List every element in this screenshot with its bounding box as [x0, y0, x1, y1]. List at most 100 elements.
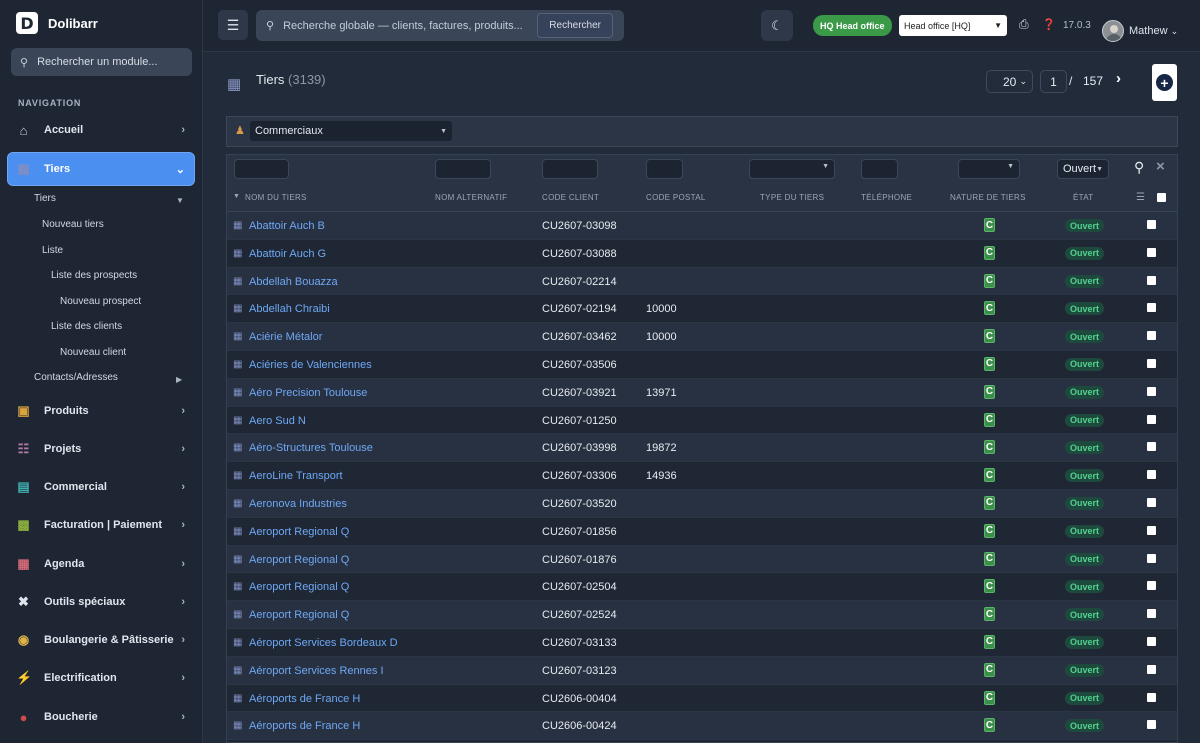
tiers-name-link[interactable]: Aéro-Structures Toulouse — [249, 442, 373, 454]
row-checkbox[interactable] — [1147, 358, 1156, 368]
sidebar-sub-liste-clients[interactable]: Liste des clients — [51, 321, 122, 332]
row-checkbox[interactable] — [1147, 525, 1156, 535]
close-icon[interactable]: × — [1156, 158, 1165, 175]
tiers-name-link[interactable]: Abattoir Auch G — [249, 248, 326, 260]
tiers-name-link[interactable]: Abattoir Auch B — [249, 220, 325, 232]
filter-zip-input[interactable] — [646, 159, 683, 179]
row-checkbox[interactable] — [1147, 664, 1156, 674]
row-checkbox[interactable] — [1147, 553, 1156, 563]
row-checkbox[interactable] — [1147, 581, 1156, 591]
sidebar-item-projets[interactable]: ☷ Projets › — [8, 433, 194, 465]
row-checkbox[interactable] — [1147, 609, 1156, 619]
sidebar-item-tiers[interactable]: ▦ Tiers ⌄ — [8, 153, 194, 185]
tiers-name-link[interactable]: Abdellah Bouazza — [249, 276, 338, 288]
row-checkbox[interactable] — [1147, 247, 1156, 257]
tiers-name-link[interactable]: Aéroports de France H — [249, 693, 360, 705]
table-row[interactable]: ▦ Aéro-Structures Toulouse CU2607-03998 198… — [227, 434, 1177, 463]
column-header-status[interactable]: ÉTAT — [1073, 193, 1093, 202]
current-page-input[interactable]: 1 — [1040, 70, 1067, 93]
chevron-down-icon[interactable]: ▼ — [176, 195, 184, 206]
module-search-input[interactable]: ⚲ Rechercher un module... — [11, 48, 192, 76]
page-limit-select[interactable]: 20 ⌄ — [986, 70, 1033, 93]
tiers-name-link[interactable]: Aciéries de Valenciennes — [249, 359, 372, 371]
column-header-nature[interactable]: NATURE DE TIERS — [950, 193, 1026, 202]
print-icon[interactable]: ⎙ — [1019, 17, 1029, 32]
sidebar-item-commercial[interactable]: ▤ Commercial › — [8, 471, 194, 503]
table-row[interactable]: ▦ AeroLine Transport CU2607-03306 14936 C Ouv… — [227, 462, 1177, 490]
table-row[interactable]: ▦ Abdellah Chraibi CU2607-02194 10000 C Ouver… — [227, 295, 1177, 324]
user-menu[interactable]: Mathew ⌄ — [1129, 25, 1178, 37]
row-checkbox[interactable] — [1147, 470, 1156, 480]
tiers-name-link[interactable]: Aeronova Industries — [249, 498, 347, 510]
column-header-type[interactable]: TYPE DU TIERS — [760, 193, 824, 202]
filter-status-select[interactable]: Ouvert ▼ — [1057, 159, 1109, 179]
tiers-name-link[interactable]: Abdellah Chraibi — [249, 303, 330, 315]
table-row[interactable]: ▦ Aeronova Industries CU2607-03520 C Ouvert — [227, 489, 1177, 518]
sidebar-sub-nouveau-client[interactable]: Nouveau client — [60, 347, 126, 358]
row-checkbox[interactable] — [1147, 386, 1156, 396]
tiers-name-link[interactable]: Aeroport Regional Q — [249, 554, 349, 566]
table-row[interactable]: ▦ Aéroports de France H CU2606-00424 C Ouver… — [227, 712, 1177, 741]
table-row[interactable]: ▦ Aeroport Regional Q CU2607-01856 C Ouvert — [227, 517, 1177, 546]
help-icon[interactable]: ❓ — [1042, 18, 1056, 31]
table-row[interactable]: ▦ Aeroport Regional Q CU2607-01876 C Ouvert — [227, 545, 1177, 574]
sidebar-sub-tiers[interactable]: Tiers — [34, 193, 56, 204]
table-row[interactable]: ▦ Aéroport Services Rennes I CU2607-03123 C… — [227, 656, 1177, 685]
column-header-alt-name[interactable]: NOM ALTERNATIF — [435, 193, 507, 202]
table-row[interactable]: ▦ Abattoir Auch G CU2607-03088 C Ouvert — [227, 239, 1177, 268]
search-icon[interactable]: ⚲ — [1134, 159, 1144, 176]
column-header-customer-code[interactable]: CODE CLIENT — [542, 193, 599, 202]
sidebar-sub-contacts[interactable]: Contacts/Adresses — [34, 372, 118, 383]
sidebar-item-boucherie[interactable]: ● Boucherie › — [8, 701, 194, 733]
tiers-name-link[interactable]: Aéroport Services Rennes I — [249, 665, 384, 677]
row-checkbox[interactable] — [1147, 442, 1156, 452]
column-header-name[interactable]: NOM DU TIERS — [245, 193, 307, 202]
entity-badge[interactable]: HQ Head office — [813, 15, 892, 36]
sidebar-item-electrification[interactable]: ⚡ Electrification › — [8, 662, 194, 694]
sidebar-item-produits[interactable]: ▣ Produits › — [8, 395, 194, 427]
sidebar-item-accueil[interactable]: ⌂ Accueil › — [8, 114, 194, 146]
row-checkbox[interactable] — [1147, 497, 1156, 507]
tiers-name-link[interactable]: Aciérie Métalor — [249, 331, 322, 343]
sidebar-item-outils[interactable]: ✖ Outils spéciaux › — [8, 586, 194, 618]
sidebar-sub-liste-prospects[interactable]: Liste des prospects — [51, 270, 137, 281]
menu-toggle-button[interactable]: ☰ — [218, 10, 248, 40]
row-checkbox[interactable] — [1147, 720, 1156, 730]
tiers-name-link[interactable]: Aéroport Services Bordeaux D — [249, 637, 398, 649]
tiers-name-link[interactable]: AeroLine Transport — [249, 470, 343, 482]
filter-alt-name-input[interactable] — [435, 159, 491, 179]
dark-mode-toggle[interactable]: ☾ — [761, 10, 793, 41]
table-row[interactable]: ▦ Aéro Precision Toulouse CU2607-03921 1397… — [227, 378, 1177, 407]
row-checkbox[interactable] — [1147, 275, 1156, 285]
tiers-name-link[interactable]: Aero Sud N — [249, 415, 306, 427]
row-checkbox[interactable] — [1147, 331, 1156, 341]
chevron-right-icon[interactable]: ▶ — [176, 374, 182, 385]
filter-name-input[interactable] — [234, 159, 289, 179]
table-row[interactable]: ▦ Aciérie Métalor CU2607-03462 10000 C Ouvert — [227, 323, 1177, 351]
tiers-name-link[interactable]: Aéroports de France H — [249, 720, 360, 732]
sidebar-item-agenda[interactable]: ▦ Agenda › — [8, 548, 194, 580]
sales-rep-select[interactable]: Commerciaux ▼ — [250, 121, 452, 141]
column-selector-icon[interactable]: ☰ — [1136, 192, 1145, 203]
next-page-button[interactable]: › — [1116, 70, 1121, 87]
sidebar-item-facturation[interactable]: ▩ Facturation | Paiement › — [8, 509, 194, 541]
row-checkbox[interactable] — [1147, 220, 1156, 229]
sidebar-item-boulangerie[interactable]: ◉ Boulangerie & Pâtisserie › — [8, 624, 194, 656]
brand[interactable]: D Dolibarr — [16, 11, 98, 35]
entity-select[interactable]: Head office [HQ] ▼ — [899, 15, 1007, 36]
global-search-input[interactable]: ⚲ Recherche globale — clients, factures,… — [256, 10, 624, 41]
tiers-name-link[interactable]: Aeroport Regional Q — [249, 526, 349, 538]
filter-phone-input[interactable] — [861, 159, 898, 179]
table-row[interactable]: ▦ Aeroport Regional Q CU2607-02524 C Ouvert — [227, 601, 1177, 629]
table-row[interactable]: ▦ Aero Sud N CU2607-01250 C Ouvert — [227, 406, 1177, 435]
search-button[interactable]: Rechercher — [537, 13, 613, 38]
sidebar-sub-nouveau-tiers[interactable]: Nouveau tiers — [42, 219, 104, 230]
tiers-name-link[interactable]: Aeroport Regional Q — [249, 581, 349, 593]
add-tiers-button[interactable]: + — [1152, 64, 1177, 101]
filter-customer-code-input[interactable] — [542, 159, 598, 179]
sidebar-sub-liste[interactable]: Liste — [42, 245, 63, 256]
table-row[interactable]: ▦ Aeroport Regional Q CU2607-02504 C Ouvert — [227, 573, 1177, 602]
table-row[interactable]: ▦ Aciéries de Valenciennes CU2607-03506 C Ou… — [227, 350, 1177, 379]
table-row[interactable]: ▦ Abattoir Auch B CU2607-03098 C Ouvert — [227, 212, 1177, 240]
filter-type-select[interactable]: ▼ — [749, 159, 835, 179]
